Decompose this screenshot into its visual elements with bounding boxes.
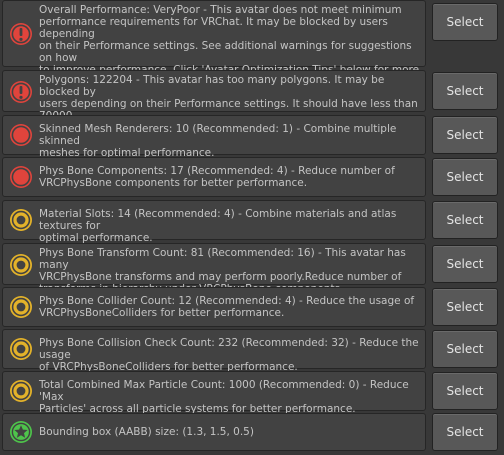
warning-row-overall-performance: Overall Performance: VeryPoor - This ava…	[0, 0, 504, 88]
warning-message: Total Combined Max Particle Count: 1000 …	[39, 379, 409, 415]
warning-message: Phys Bone Components: 17 (Recommended: 4…	[39, 165, 395, 189]
poor-ring-icon	[9, 295, 33, 319]
warning-row-phys-bone-transform-count: Phys Bone Transform Count: 81 (Recommend…	[0, 243, 504, 295]
warning-row-phys-bone-collision-check-count: Phys Bone Collision Check Count: 232 (Re…	[0, 329, 504, 373]
warning-row-material-slots: Material Slots: 14 (Recommended: 4) - Co…	[0, 200, 504, 244]
poor-ring-icon	[9, 208, 33, 232]
warning-panel: Polygons: 122204 - This avatar has too m…	[2, 70, 426, 134]
warning-panel: Phys Bone Collider Count: 12 (Recommende…	[2, 287, 426, 327]
select-button[interactable]: Select	[432, 3, 498, 41]
info-panel: Bounding box (AABB) size: (1.3, 1.5, 0.5…	[2, 413, 426, 451]
warning-panel: Material Slots: 14 (Recommended: 4) - Co…	[2, 200, 426, 244]
warning-panel: Overall Performance: VeryPoor - This ava…	[2, 0, 426, 88]
poor-ring-icon	[9, 337, 33, 361]
excellent-star-icon	[9, 420, 33, 444]
error-exclamation-icon	[9, 22, 33, 46]
warning-row-phys-bone-collider-count: Phys Bone Collider Count: 12 (Recommende…	[0, 287, 504, 327]
very-poor-circle-icon	[9, 165, 33, 189]
poor-ring-icon	[9, 253, 33, 277]
warning-panel: Skinned Mesh Renderers: 10 (Recommended:…	[2, 115, 426, 159]
warning-row-polygons: Polygons: 122204 - This avatar has too m…	[0, 70, 504, 134]
info-row-bounding-box: Bounding box (AABB) size: (1.3, 1.5, 0.5…	[0, 413, 504, 451]
select-button[interactable]: Select	[432, 288, 498, 326]
warning-panel: Phys Bone Transform Count: 81 (Recommend…	[2, 243, 426, 295]
warning-row-phys-bone-components: Phys Bone Components: 17 (Recommended: 4…	[0, 157, 504, 197]
select-button[interactable]: Select	[432, 201, 498, 239]
warning-panel: Phys Bone Components: 17 (Recommended: 4…	[2, 157, 426, 197]
select-button[interactable]: Select	[432, 245, 498, 283]
warning-message: Skinned Mesh Renderers: 10 (Recommended:…	[39, 123, 397, 159]
select-button[interactable]: Select	[432, 372, 498, 410]
performance-warning-list: Overall Performance: VeryPoor - This ava…	[0, 0, 504, 455]
warning-message: Phys Bone Collider Count: 12 (Recommende…	[39, 295, 415, 319]
warning-panel: Total Combined Max Particle Count: 1000 …	[2, 371, 426, 415]
select-button[interactable]: Select	[432, 330, 498, 368]
select-button[interactable]: Select	[432, 116, 498, 154]
select-button[interactable]: Select	[432, 158, 498, 196]
select-button[interactable]: Select	[432, 413, 498, 451]
warning-panel: Phys Bone Collision Check Count: 232 (Re…	[2, 329, 426, 373]
warning-row-skinned-mesh-renderers: Skinned Mesh Renderers: 10 (Recommended:…	[0, 115, 504, 159]
warning-message: Phys Bone Collision Check Count: 232 (Re…	[39, 337, 419, 373]
warning-message: Material Slots: 14 (Recommended: 4) - Co…	[39, 208, 397, 244]
warning-row-total-max-particle-count: Total Combined Max Particle Count: 1000 …	[0, 371, 504, 415]
very-poor-circle-icon	[9, 123, 33, 147]
poor-ring-icon	[9, 379, 33, 403]
error-exclamation-icon	[9, 80, 33, 104]
info-message: Bounding box (AABB) size: (1.3, 1.5, 0.5…	[39, 426, 254, 438]
select-button[interactable]: Select	[432, 72, 498, 110]
